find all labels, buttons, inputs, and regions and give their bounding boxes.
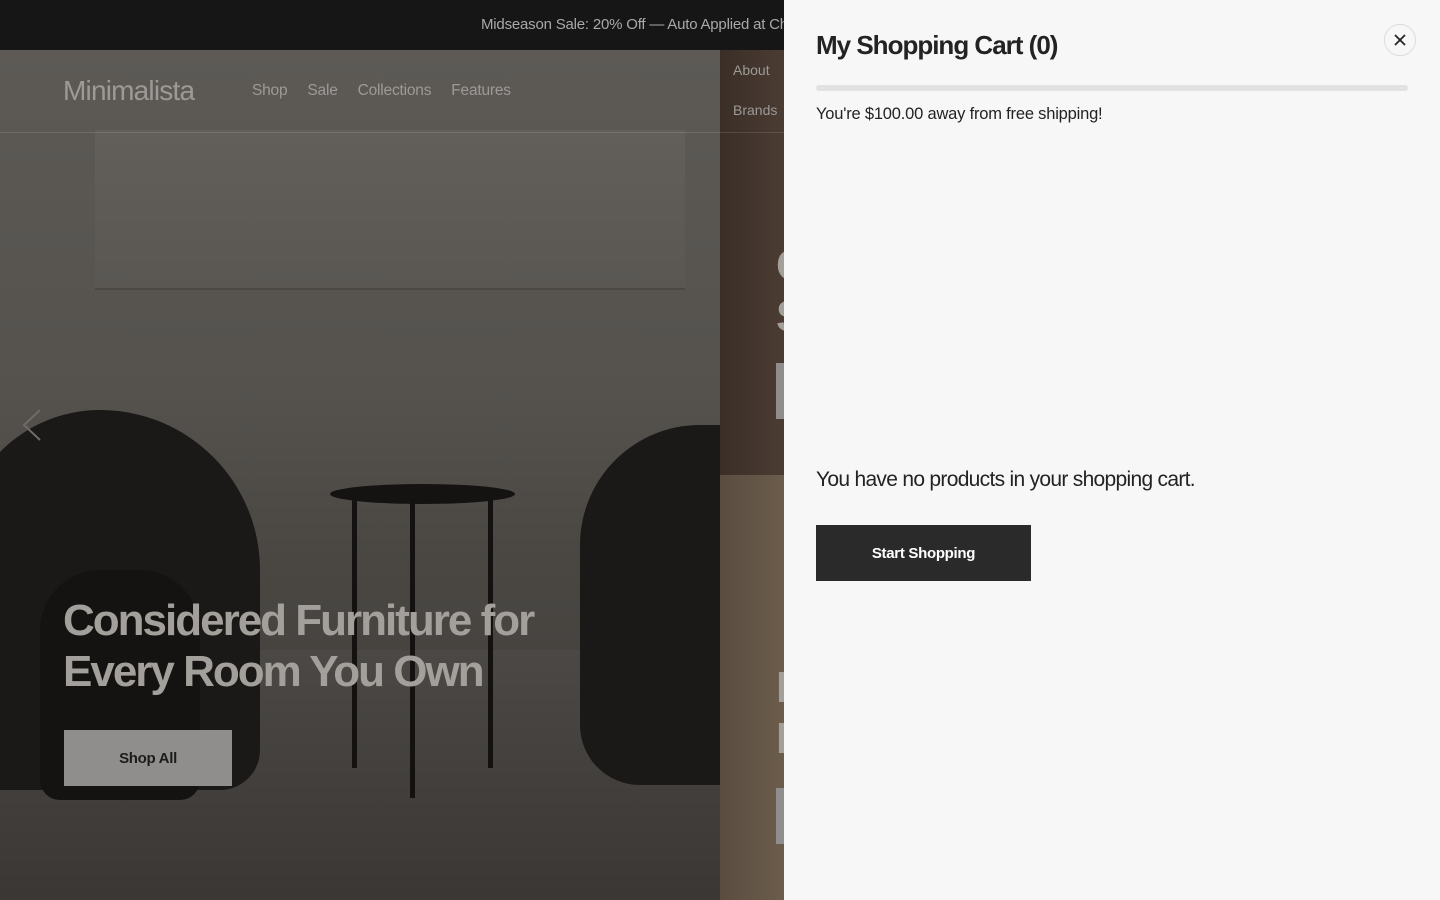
chevron-left-icon[interactable] xyxy=(20,408,44,442)
nav-item-sale[interactable]: Sale xyxy=(307,82,337,100)
logo[interactable]: Minimalista xyxy=(63,75,195,107)
close-icon xyxy=(1394,34,1406,46)
slide-button-partial[interactable] xyxy=(776,788,784,844)
nav-item-collections[interactable]: Collections xyxy=(358,82,432,100)
side-table xyxy=(330,484,515,504)
main-nav: Shop Sale Collections Features xyxy=(252,82,511,100)
nav-item-features[interactable]: Features xyxy=(451,82,511,100)
slide-title-partial: CS xyxy=(776,240,784,342)
nav-item-about[interactable]: About xyxy=(733,62,777,78)
cart-title: My Shopping Cart (0) xyxy=(816,30,1058,60)
shipping-message: You're $100.00 away from free shipping! xyxy=(816,105,1103,123)
empty-cart-message: You have no products in your shopping ca… xyxy=(816,468,1196,491)
nav-item-brands[interactable]: Brands xyxy=(733,102,777,118)
close-cart-button[interactable] xyxy=(1384,24,1416,56)
hero-title: Considered Furniture for Every Room You … xyxy=(63,596,535,696)
secondary-nav: About Brands xyxy=(733,62,777,118)
nav-item-shop[interactable]: Shop xyxy=(252,82,288,100)
site-header: Minimalista Shop Sale Collections Featur… xyxy=(0,50,784,133)
shop-all-button[interactable]: Shop All xyxy=(64,730,232,786)
announcement-text: Midseason Sale: 20% Off — Auto Applied a… xyxy=(481,16,797,33)
wall-frame xyxy=(95,130,685,290)
slide-title-partial: II xyxy=(776,663,784,763)
shipping-progress-bar xyxy=(816,85,1408,91)
start-shopping-button[interactable]: Start Shopping xyxy=(816,525,1031,581)
hero-slide-next: CS II xyxy=(720,50,784,900)
slide-button-partial[interactable] xyxy=(776,363,784,419)
slide-image-bottom xyxy=(720,475,784,900)
cart-drawer: My Shopping Cart (0) You're $100.00 away… xyxy=(784,0,1440,900)
